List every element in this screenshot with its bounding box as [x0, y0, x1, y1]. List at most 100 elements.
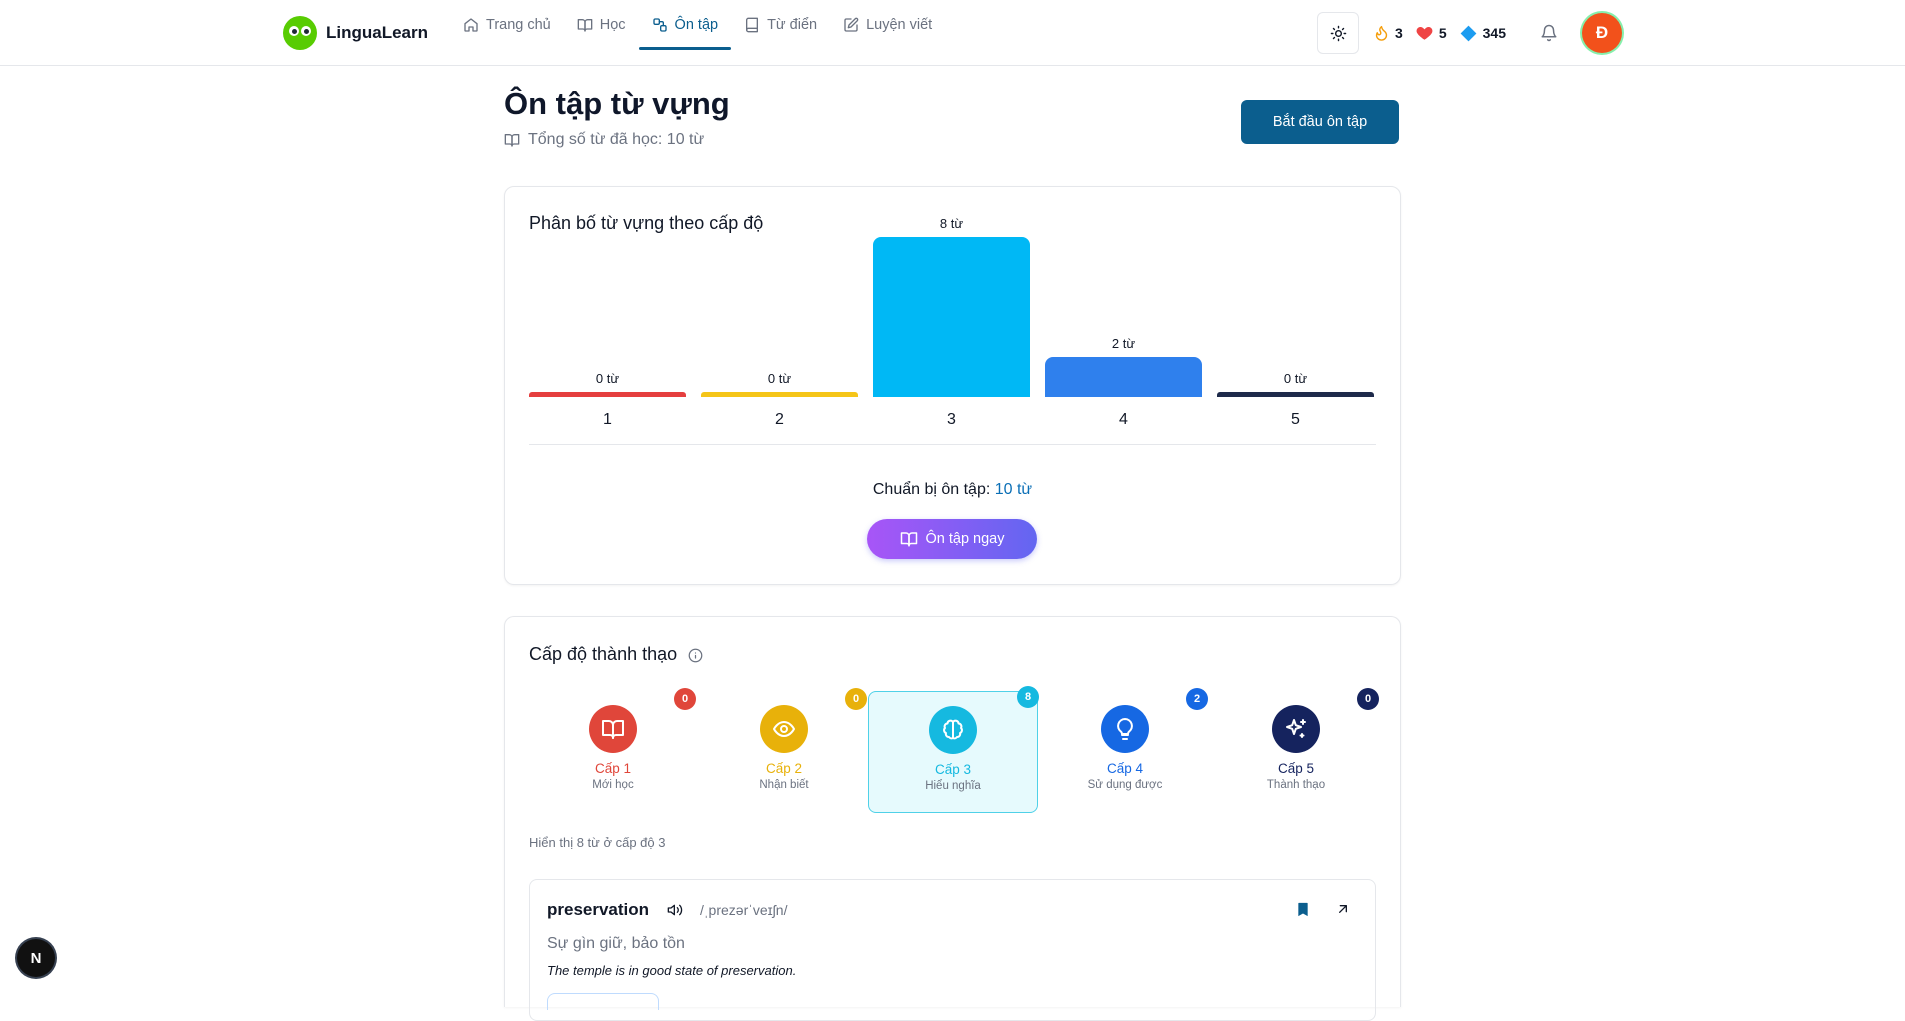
- chart-bar[interactable]: [529, 392, 686, 397]
- word-meaning: Sự gìn giữ, bảo tồn: [547, 935, 685, 952]
- chart-bar-group: 0 từ: [701, 368, 858, 397]
- book-icon: [746, 17, 759, 33]
- showing-words-text: Hiển thị 8 từ ở cấp độ 3: [529, 835, 666, 850]
- distribution-title: Phân bố từ vựng theo cấp độ: [529, 213, 764, 233]
- chart-bar-group: 8 từ: [873, 213, 1030, 397]
- external-link-icon[interactable]: [1335, 901, 1351, 917]
- nav-item-dictionary[interactable]: Từ điển: [731, 0, 830, 50]
- chart-baseline: [529, 444, 1376, 445]
- level-name: Cấp 5: [1277, 761, 1315, 776]
- chart-category-label: 2: [775, 411, 784, 428]
- bookmark-icon[interactable]: [1295, 901, 1311, 918]
- nav-item-home[interactable]: Trang chủ: [450, 0, 564, 50]
- hearts-stat[interactable]: 5: [1415, 24, 1447, 42]
- proficiency-card: Cấp độ thành thạo Cấp 1 Mới học 0 Cấp 2 …: [504, 616, 1401, 1021]
- pen-square-icon: [844, 17, 859, 32]
- total-words-subtitle: Tổng số từ đã học: 10 từ: [504, 131, 704, 149]
- devtools-button[interactable]: N: [17, 939, 55, 977]
- chart-bar[interactable]: [701, 392, 858, 397]
- notifications-button[interactable]: [1540, 24, 1558, 42]
- nav-label: Ôn tập: [674, 17, 719, 33]
- distribution-card: Phân bố từ vựng theo cấp độ 0 từ 1 0 từ 2 8 …: [504, 186, 1401, 585]
- level-name: Cấp 3: [934, 762, 972, 777]
- owl-logo-icon: [283, 16, 317, 50]
- nav-label: Học: [599, 17, 626, 33]
- level-name: Cấp 1: [594, 761, 632, 776]
- chart-category-label: 5: [1291, 411, 1300, 428]
- book-open-icon: [602, 720, 624, 739]
- review-icon: [652, 18, 667, 32]
- app-name: LinguaLearn: [326, 23, 429, 42]
- level-name: Cấp 2: [765, 761, 803, 776]
- level-desc: Thành thạo: [1266, 779, 1326, 791]
- chart-bar[interactable]: [1217, 392, 1374, 397]
- word-card[interactable]: preservation /ˌprezərˈveɪʃn/ Sự gìn giữ,…: [529, 879, 1376, 1021]
- level-distribution-chart: 0 từ 1 0 từ 2 8 từ 3 2 từ 4 0 từ 5: [529, 216, 1376, 445]
- level-card-5[interactable]: Cấp 5 Thành thạo 0: [1212, 688, 1380, 811]
- chart-bar[interactable]: [873, 237, 1030, 397]
- book-open-icon: [504, 134, 520, 147]
- level-desc: Nhận biết: [759, 779, 809, 791]
- proficiency-title-text: Cấp độ thành thạo: [529, 644, 678, 664]
- sun-icon: [1330, 25, 1346, 41]
- chart-bar-group: 2 từ: [1045, 333, 1202, 397]
- theme-toggle-button[interactable]: [1317, 12, 1360, 54]
- chart-bar[interactable]: [1045, 357, 1202, 397]
- level-count-badge: 8: [1017, 686, 1039, 708]
- chart-category-label: 4: [1119, 411, 1128, 428]
- level-card-2[interactable]: Cấp 2 Nhận biết 0: [700, 688, 868, 811]
- streak-stat[interactable]: 3: [1373, 24, 1403, 42]
- top-navbar: LinguaLearn Trang chủ Học Ôn tập Từ điển…: [0, 0, 1905, 66]
- level-desc: Hiểu nghĩa: [925, 780, 981, 792]
- level-4-badge: [1101, 705, 1149, 753]
- review-now-button[interactable]: Ôn tập ngay: [867, 519, 1037, 559]
- bell-icon: [1541, 24, 1557, 42]
- nav-item-writing[interactable]: Luyện viết: [830, 0, 945, 50]
- level-desc: Sử dụng được: [1087, 779, 1163, 791]
- main-nav: Trang chủ Học Ôn tập Từ điển Luyện viết: [450, 0, 945, 50]
- chart-category-label: 3: [947, 411, 956, 428]
- user-avatar[interactable]: Đ: [1582, 13, 1622, 53]
- prepare-review-text: Chuẩn bị ôn tập: 10 từ: [505, 481, 1400, 499]
- speaker-icon[interactable]: [667, 902, 683, 918]
- app-logo[interactable]: LinguaLearn: [283, 16, 428, 50]
- level-3-badge: [929, 706, 977, 754]
- level-selector: Cấp 1 Mới học 0 Cấp 2 Nhận biết 0 Cấp 3 …: [529, 686, 1379, 813]
- gems-count: 345: [1482, 25, 1506, 41]
- chart-data-label: 0 từ: [595, 371, 620, 386]
- word-ipa: /ˌprezərˈveɪʃn/: [700, 902, 788, 918]
- nav-label: Từ điển: [767, 17, 818, 33]
- heart-icon: [1416, 27, 1433, 40]
- chart-bar-group: 0 từ: [1217, 368, 1374, 397]
- home-icon: [464, 18, 478, 32]
- start-review-button[interactable]: Bắt đầu ôn tập: [1241, 100, 1399, 144]
- chart-data-label: 2 từ: [1111, 336, 1136, 351]
- word-tag: [547, 993, 659, 1010]
- nav-item-learn[interactable]: Học: [564, 0, 639, 50]
- level-card-3[interactable]: Cấp 3 Hiểu nghĩa 8: [868, 686, 1039, 813]
- nav-item-review[interactable]: Ôn tập: [638, 0, 732, 50]
- level-card-1[interactable]: Cấp 1 Mới học 0: [529, 688, 697, 811]
- gem-icon: [1460, 25, 1477, 41]
- header-tools: 3 5 345 Đ: [1317, 12, 1622, 54]
- level-count-badge: 0: [674, 688, 696, 710]
- lightbulb-icon: [1117, 718, 1133, 740]
- level-name: Cấp 4: [1106, 761, 1144, 776]
- chart-data-label: 8 từ: [939, 216, 964, 231]
- nav-label: Trang chủ: [486, 17, 551, 33]
- level-5-badge: [1272, 705, 1320, 753]
- chart-data-label: 0 từ: [1283, 371, 1308, 386]
- streak-count: 3: [1395, 25, 1403, 41]
- info-icon[interactable]: [688, 648, 703, 663]
- chart-category-label: 1: [603, 411, 612, 428]
- chart-data-label: 0 từ: [767, 371, 792, 386]
- book-open-icon: [900, 532, 917, 547]
- gems-stat[interactable]: 345: [1459, 24, 1506, 43]
- proficiency-title: Cấp độ thành thạo: [529, 644, 703, 665]
- flame-icon: [1375, 25, 1388, 41]
- total-words-text: Tổng số từ đã học: 10 từ: [528, 131, 705, 148]
- level-card-4[interactable]: Cấp 4 Sử dụng được 2: [1041, 688, 1209, 811]
- brain-icon: [943, 719, 963, 740]
- level-2-badge: [760, 705, 808, 753]
- eye-icon: [773, 721, 795, 737]
